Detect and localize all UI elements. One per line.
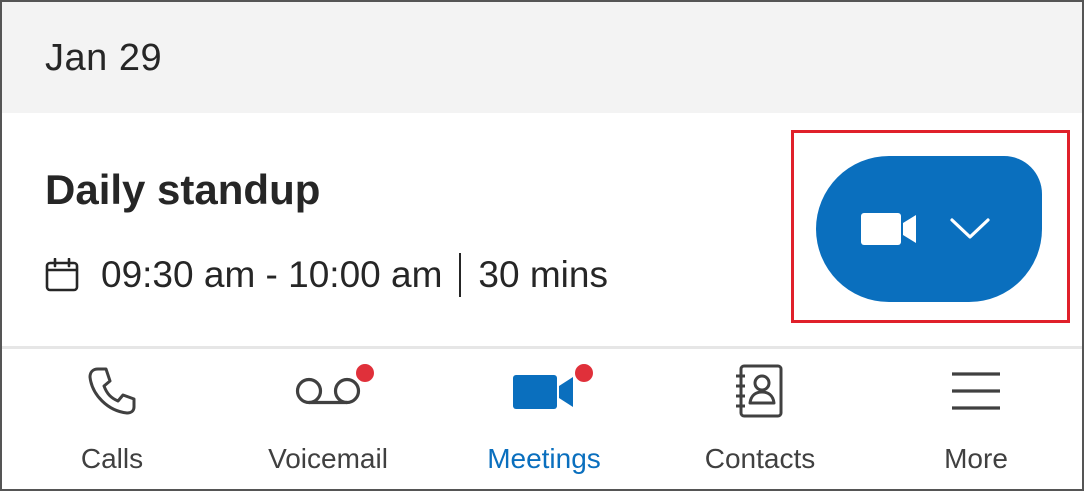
- tab-more[interactable]: More: [868, 349, 1082, 489]
- video-camera-icon: [861, 213, 916, 245]
- hamburger-menu-icon: [952, 372, 1000, 410]
- app-screen: Jan 29 Daily standup 09:30 am - 10:00 am…: [0, 0, 1084, 491]
- tab-contacts[interactable]: Contacts: [652, 349, 868, 489]
- meeting-time-info: 09:30 am - 10:00 am 30 mins: [45, 253, 608, 297]
- tab-more-label: More: [944, 443, 1008, 474]
- contacts-book-icon: [736, 364, 783, 418]
- meetings-badge: [573, 362, 595, 384]
- video-camera-icon: [513, 375, 573, 409]
- voicemail-icon: [295, 377, 361, 405]
- date-section-header: Jan 29: [2, 2, 1082, 113]
- chevron-down-icon[interactable]: [949, 216, 991, 240]
- meeting-duration: 30 mins: [478, 254, 608, 295]
- tab-calls[interactable]: Calls: [4, 349, 220, 489]
- tab-contacts-label: Contacts: [704, 443, 816, 474]
- tab-meetings[interactable]: Meetings: [436, 349, 652, 489]
- meeting-time-range: 09:30 am - 10:00 am: [101, 254, 443, 295]
- join-meeting-button[interactable]: [816, 156, 1042, 302]
- meeting-list-item[interactable]: Daily standup 09:30 am - 10:00 am 30 min…: [2, 113, 1082, 346]
- tab-meetings-label: Meetings: [487, 443, 601, 474]
- calendar-icon: [45, 258, 79, 292]
- time-separator: [459, 253, 462, 297]
- tab-voicemail[interactable]: Voicemail: [220, 349, 436, 489]
- tab-voicemail-label: Voicemail: [268, 443, 388, 474]
- bottom-tab-bar: Calls Voicemail Meetings Contacts More: [2, 349, 1082, 489]
- meeting-title: Daily standup: [45, 166, 321, 213]
- voicemail-badge: [354, 362, 376, 384]
- date-label: Jan 29: [45, 37, 163, 79]
- tab-calls-label: Calls: [80, 443, 144, 474]
- phone-icon: [88, 367, 136, 415]
